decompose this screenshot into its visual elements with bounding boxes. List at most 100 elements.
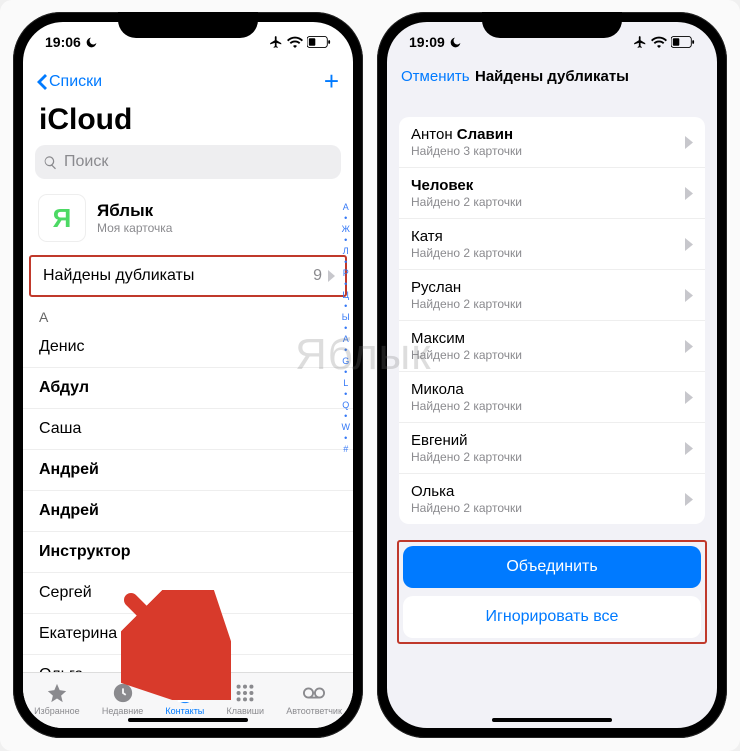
status-time: 19:09 <box>409 34 445 50</box>
contact-row[interactable]: Сергей <box>23 573 353 614</box>
cancel-button[interactable]: Отменить <box>401 68 470 85</box>
duplicate-item[interactable]: РусланНайдено 2 карточки <box>399 270 705 321</box>
mycard-name: Яблык <box>97 201 172 221</box>
wifi-icon <box>287 36 303 48</box>
contact-row[interactable]: Андрей <box>23 491 353 532</box>
status-icons <box>633 35 695 49</box>
status-icons <box>269 35 331 49</box>
keypad-icon <box>234 682 256 704</box>
phone-right: 19:09 Отменить Найдены дубликаты Антон С… <box>377 12 727 738</box>
merge-button[interactable]: Объединить <box>403 546 701 588</box>
index-letter[interactable]: • <box>344 235 347 245</box>
duplicate-item[interactable]: Антон СлавинНайдено 3 карточки <box>399 117 705 168</box>
index-letter[interactable]: # <box>343 444 348 454</box>
index-letter[interactable]: • <box>344 433 347 443</box>
tab-recent[interactable]: Недавние <box>102 682 143 716</box>
duplicates-count: 9 <box>313 267 322 285</box>
status-time: 19:06 <box>45 34 81 50</box>
index-letter[interactable]: Р <box>343 268 349 278</box>
index-letter[interactable]: Q <box>342 400 349 410</box>
index-letter[interactable]: • <box>344 301 347 311</box>
chevron-right-icon <box>685 340 693 353</box>
battery-icon <box>307 36 331 48</box>
actions-highlight: Объединить Игнорировать все <box>397 540 707 644</box>
add-button[interactable]: + <box>324 66 339 97</box>
search-placeholder: Поиск <box>64 153 108 171</box>
avatar: Я <box>39 195 85 241</box>
index-letter[interactable]: Ж <box>342 224 350 234</box>
back-label: Списки <box>49 73 102 91</box>
page-title: iCloud <box>23 99 353 145</box>
chevron-right-icon <box>685 442 693 455</box>
index-letter[interactable]: W <box>342 422 351 432</box>
index-letter[interactable]: • <box>344 411 347 421</box>
battery-icon <box>671 36 695 48</box>
index-letter[interactable]: L <box>343 378 348 388</box>
contact-row[interactable]: Екатерина <box>23 614 353 655</box>
duplicate-item[interactable]: МаксимНайдено 2 карточки <box>399 321 705 372</box>
index-letter[interactable]: • <box>344 367 347 377</box>
home-indicator[interactable] <box>128 718 248 722</box>
contact-row[interactable]: Саша <box>23 409 353 450</box>
index-letter[interactable]: • <box>344 279 347 289</box>
index-letter[interactable]: • <box>344 323 347 333</box>
clock-icon <box>112 682 134 704</box>
search-icon <box>43 155 58 170</box>
chevron-right-icon <box>685 289 693 302</box>
tab-voicemail[interactable]: Автоответчик <box>286 682 342 716</box>
index-rail[interactable]: А•Ж•Л•Р•Ц•Ы•A•G•L•Q•W•# <box>342 202 351 454</box>
duplicate-item[interactable]: КатяНайдено 2 карточки <box>399 219 705 270</box>
airplane-icon <box>269 35 283 49</box>
chevron-right-icon <box>685 187 693 200</box>
duplicates-row[interactable]: Найдены дубликаты 9 <box>29 255 347 297</box>
my-card[interactable]: Я Яблык Моя карточка <box>23 189 353 251</box>
index-letter[interactable]: G <box>342 356 349 366</box>
wifi-icon <box>651 36 667 48</box>
contact-row[interactable]: Инструктор <box>23 532 353 573</box>
index-letter[interactable]: • <box>344 345 347 355</box>
duplicate-item[interactable]: ЧеловекНайдено 2 карточки <box>399 168 705 219</box>
section-header: А <box>23 303 353 327</box>
chevron-right-icon <box>685 391 693 404</box>
notch <box>118 12 258 38</box>
duplicates-label: Найдены дубликаты <box>43 267 194 285</box>
contact-row[interactable]: Денис <box>23 327 353 368</box>
chevron-right-icon <box>685 238 693 251</box>
airplane-icon <box>633 35 647 49</box>
search-input[interactable]: Поиск <box>35 145 341 179</box>
duplicate-item[interactable]: ОлькаНайдено 2 карточки <box>399 474 705 524</box>
tab-favorites[interactable]: Избранное <box>34 682 80 716</box>
index-letter[interactable]: • <box>344 257 347 267</box>
index-letter[interactable]: • <box>344 213 347 223</box>
notch <box>482 12 622 38</box>
duplicates-list: Антон СлавинНайдено 3 карточкиЧеловекНай… <box>399 117 705 524</box>
home-indicator[interactable] <box>492 718 612 722</box>
contact-row[interactable]: Андрей <box>23 450 353 491</box>
star-icon <box>46 682 68 704</box>
tab-keypad[interactable]: Клавиши <box>226 682 264 716</box>
back-button[interactable]: Списки <box>37 73 102 91</box>
chevron-right-icon <box>328 270 335 282</box>
index-letter[interactable]: A <box>343 334 349 344</box>
mycard-sub: Моя карточка <box>97 221 172 235</box>
ignore-all-button[interactable]: Игнорировать все <box>403 596 701 638</box>
phone-left: 19:06 Списки + iCloud Поиск <box>13 12 363 738</box>
index-letter[interactable]: Л <box>343 246 349 256</box>
modal-title: Найдены дубликаты <box>475 68 629 85</box>
voicemail-icon <box>303 682 325 704</box>
chevron-left-icon <box>37 74 47 90</box>
index-letter[interactable]: • <box>344 389 347 399</box>
duplicate-item[interactable]: МиколаНайдено 2 карточки <box>399 372 705 423</box>
person-icon <box>174 682 196 704</box>
chevron-right-icon <box>685 136 693 149</box>
index-letter[interactable]: Ы <box>342 312 350 322</box>
moon-icon <box>449 36 462 49</box>
contact-row[interactable]: Ольга <box>23 655 353 672</box>
index-letter[interactable]: Ц <box>342 290 349 300</box>
contact-row[interactable]: Абдул <box>23 368 353 409</box>
chevron-right-icon <box>685 493 693 506</box>
tab-contacts[interactable]: Контакты <box>165 682 204 716</box>
duplicate-item[interactable]: ЕвгенийНайдено 2 карточки <box>399 423 705 474</box>
index-letter[interactable]: А <box>343 202 349 212</box>
moon-icon <box>85 36 98 49</box>
